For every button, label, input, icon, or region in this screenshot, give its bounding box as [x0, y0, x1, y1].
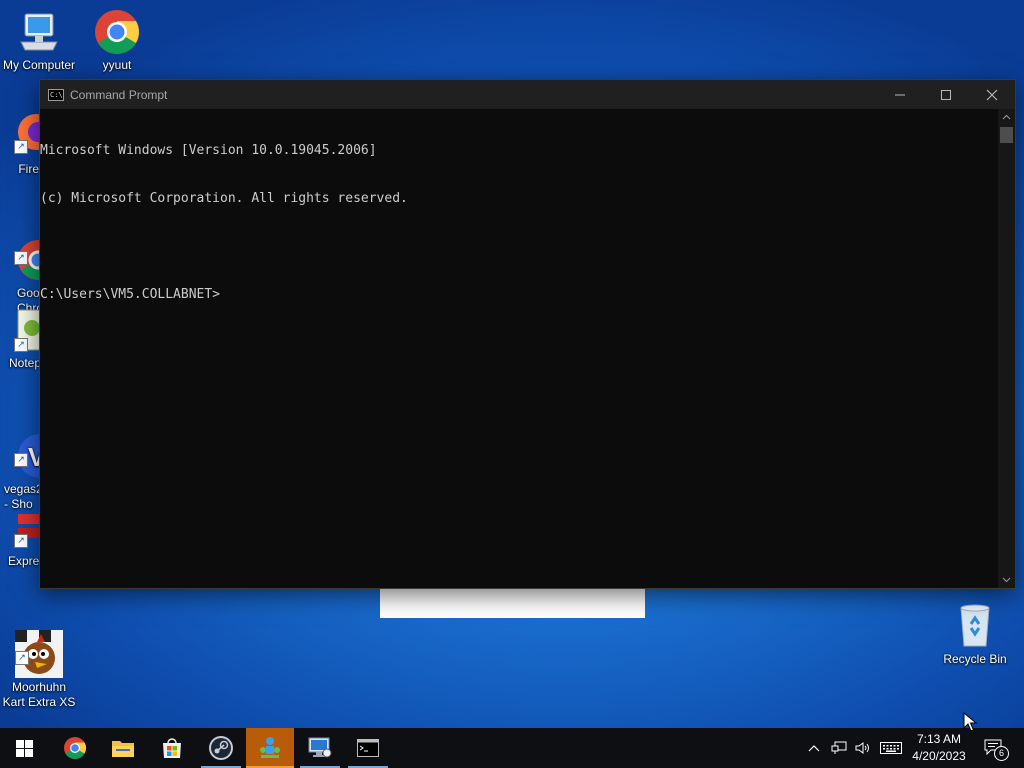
vertical-scrollbar[interactable] [998, 109, 1015, 588]
window-title: Command Prompt [70, 87, 168, 102]
notepad-icon: ↗ [14, 306, 39, 354]
desktop-icon-label: Moorhuhn Kart Extra XS [2, 680, 76, 709]
network-app-icon [260, 737, 280, 758]
chrome-shortcut-icon: ↗ [14, 221, 39, 280]
close-button[interactable] [969, 80, 1015, 109]
chrome-icon [64, 737, 86, 759]
console-line: Microsoft Windows [Version 10.0.19045.20… [40, 143, 377, 158]
chevron-up-icon [1002, 114, 1011, 120]
cmd-icon: C:\ [48, 88, 64, 101]
mouse-cursor-icon [963, 712, 977, 732]
volume-tray-button[interactable] [852, 728, 874, 768]
desktop-icon-express[interactable]: ↗ Expre [1, 504, 39, 569]
keyboard-icon [880, 742, 902, 754]
desktop-icon-notepad[interactable]: ↗ Notep [1, 306, 39, 371]
keyboard-tray-button[interactable] [877, 728, 905, 768]
taskbar-command-prompt[interactable] [344, 728, 392, 768]
close-icon [986, 89, 998, 100]
clock[interactable]: 7:13 AM 4/20/2023 [905, 731, 973, 765]
command-prompt-window[interactable]: C:\ Command Prompt Microsoft Windows [Ve… [39, 79, 1016, 589]
taskbar-microsoft-store[interactable] [148, 728, 196, 768]
clock-date: 4/20/2023 [912, 749, 966, 763]
scroll-down-button[interactable] [998, 572, 1015, 588]
taskbar-steam[interactable] [197, 728, 245, 768]
desktop-icon-label: Recycle Bin [943, 652, 1007, 666]
svg-text:V: V [28, 442, 39, 472]
maximize-icon [941, 89, 951, 100]
moorhuhn-icon: ↗ [15, 615, 63, 678]
remote-desktop-icon [308, 737, 332, 758]
desktop-icon-moorhuhn[interactable]: ↗ Moorhuhn Kart Extra XS [1, 600, 77, 710]
desktop-icon-yyuut[interactable]: yyuut [79, 8, 155, 73]
network-icon [831, 741, 847, 754]
computer-icon [15, 8, 63, 56]
chrome-icon [93, 8, 141, 56]
chevron-down-icon [1002, 577, 1011, 583]
background-window-fragment [380, 589, 645, 618]
vegas-icon: V ↗ [14, 417, 39, 478]
taskbar-file-explorer[interactable] [99, 728, 147, 768]
desktop-icon-firefox[interactable]: ↗ Fire [1, 112, 39, 177]
recycle-bin-icon [951, 602, 999, 650]
taskbar-remote-desktop[interactable] [296, 728, 344, 768]
console-prompt-line[interactable]: C:\Users\VM5.COLLABNET> [40, 287, 998, 303]
chevron-up-icon [808, 745, 820, 752]
taskbar-network-app[interactable] [246, 728, 294, 768]
windows-logo-icon [15, 739, 33, 757]
desktop-icon-label: yyuut [102, 58, 132, 72]
steam-icon [209, 736, 233, 760]
minimize-icon [895, 94, 905, 95]
maximize-button[interactable] [923, 80, 969, 109]
show-hidden-icons-button[interactable] [804, 728, 824, 768]
speaker-icon [855, 742, 869, 754]
start-button[interactable] [0, 728, 48, 768]
console-line: (c) Microsoft Corporation. All rights re… [40, 191, 408, 206]
desktop-icon-label: Notep [9, 356, 39, 370]
scrollbar-thumb[interactable] [1000, 127, 1013, 143]
minimize-button[interactable] [877, 80, 923, 109]
notification-badge: 6 [994, 746, 1009, 761]
cmd-icon [357, 739, 379, 757]
folder-icon [112, 741, 134, 757]
notification-center-button[interactable]: 6 [978, 728, 1010, 768]
console-output[interactable]: Microsoft Windows [Version 10.0.19045.20… [40, 109, 998, 588]
scroll-up-button[interactable] [998, 109, 1015, 125]
store-icon [163, 738, 181, 758]
desktop-icon-recycle-bin[interactable]: Recycle Bin [937, 602, 1013, 667]
taskbar: 7:13 AM 4/20/2023 6 [0, 728, 1024, 768]
desktop-icon-my-computer[interactable]: My Computer [1, 8, 77, 73]
desktop-icon-label: Expre [8, 554, 39, 568]
desktop-icon-label: Fire [18, 162, 39, 176]
express-icon: ↗ [14, 504, 39, 552]
taskbar-chrome[interactable] [51, 728, 99, 768]
firefox-icon: ↗ [14, 112, 39, 160]
desktop-icon-label: My Computer [2, 58, 76, 72]
network-tray-button[interactable] [828, 728, 850, 768]
window-titlebar[interactable]: C:\ Command Prompt [40, 80, 1015, 109]
clock-time: 7:13 AM [916, 732, 962, 746]
